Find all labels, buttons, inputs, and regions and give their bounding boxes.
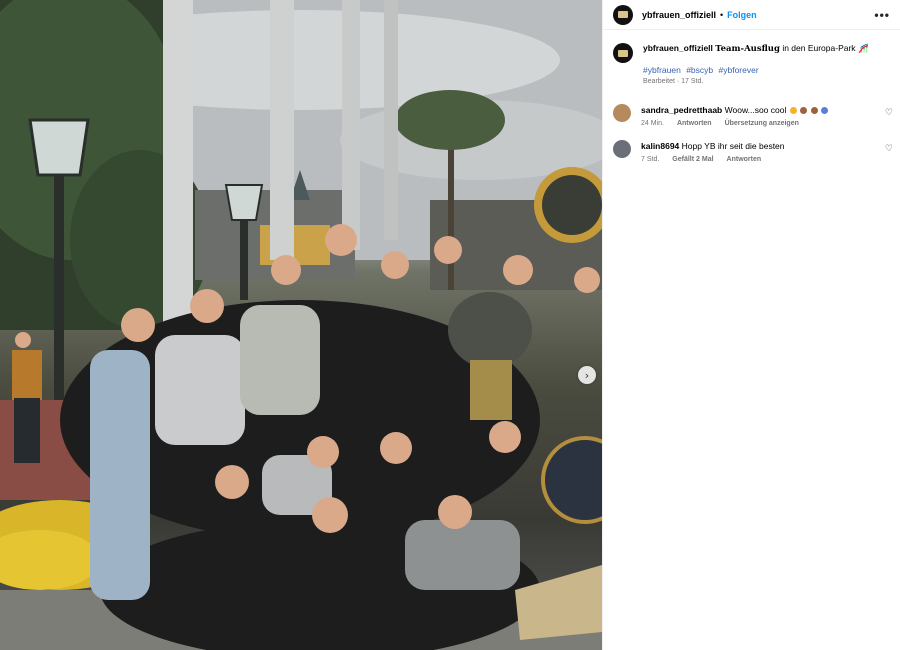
header-separator: •	[720, 9, 724, 20]
muscle-emoji-icon	[810, 107, 818, 114]
like-heart-icon[interactable]: ♡	[885, 108, 893, 118]
post-caption: ybfrauen_offiziell Team-Ausflug in den E…	[603, 30, 900, 85]
hashtag-link[interactable]: #ybfrauen	[643, 65, 681, 75]
comment-time: 24 Min.	[641, 120, 664, 127]
carousel-next-button[interactable]: ›	[578, 366, 596, 384]
photo-illustration	[0, 0, 602, 650]
comment-meta: 7 Std. Gefällt 2 Mal Antworten	[641, 156, 881, 163]
yb-logo-icon	[618, 11, 628, 18]
follow-button[interactable]: Folgen	[727, 10, 757, 20]
post-photo[interactable]: ›	[0, 0, 602, 650]
caption-text: ybfrauen_offiziell Team-Ausflug in den E…	[643, 42, 890, 55]
comment-text: sandra_pedretthaab Woow...soo cool	[641, 104, 881, 116]
comment-text: kalin8694 Hopp YB ihr seit die besten	[641, 140, 881, 152]
comment-body: Hopp YB ihr seit die besten	[681, 141, 785, 151]
comment-item: kalin8694 Hopp YB ihr seit die besten 7 …	[603, 140, 900, 163]
muscle-emoji-icon	[800, 107, 808, 114]
more-options-icon[interactable]: •••	[874, 8, 890, 22]
reply-button[interactable]: Antworten	[727, 156, 762, 163]
caption-highlight: Team-Ausflug	[715, 44, 780, 54]
like-heart-icon[interactable]: ♡	[885, 144, 893, 154]
caption-username[interactable]: ybfrauen_offiziell	[643, 43, 713, 53]
caption-body: in den Europa-Park	[782, 43, 856, 53]
caption-edited-timestamp: Bearbeitet · 17 Std.	[643, 78, 704, 85]
yb-logo-icon	[618, 49, 628, 57]
globe-emoji-icon	[820, 107, 828, 114]
comment-item: sandra_pedretthaab Woow...soo cool 24 Mi…	[603, 104, 900, 127]
translate-button[interactable]: Übersetzung anzeigen	[725, 120, 799, 127]
header-username[interactable]: ybfrauen_offiziell	[642, 10, 716, 20]
rollercoaster-emoji-icon: 🎢	[857, 43, 869, 53]
smile-emoji-icon	[789, 107, 797, 114]
comment-meta: 24 Min. Antworten Übersetzung anzeigen	[641, 120, 881, 127]
hashtag-link[interactable]: #ybforever	[719, 65, 759, 75]
reply-button[interactable]: Antworten	[677, 120, 712, 127]
likes-count-button[interactable]: Gefällt 2 Mal	[672, 156, 713, 163]
comment-username[interactable]: kalin8694	[641, 141, 679, 151]
post-header: ybfrauen_offiziell • Folgen •••	[603, 0, 900, 30]
comment-avatar[interactable]	[613, 140, 631, 158]
post-side-panel: ybfrauen_offiziell • Folgen ••• ybfrauen…	[602, 0, 900, 650]
caption-avatar[interactable]	[613, 43, 633, 63]
hashtag-link[interactable]: #bscyb	[686, 65, 713, 75]
comment-username[interactable]: sandra_pedretthaab	[641, 105, 722, 115]
comment-avatar[interactable]	[613, 104, 631, 122]
avatar[interactable]	[613, 4, 633, 25]
comment-body: Woow...soo cool	[724, 105, 787, 115]
hashtag-list: #ybfrauen #bscyb #ybforever	[643, 65, 890, 75]
comment-time: 7 Std.	[641, 156, 660, 163]
